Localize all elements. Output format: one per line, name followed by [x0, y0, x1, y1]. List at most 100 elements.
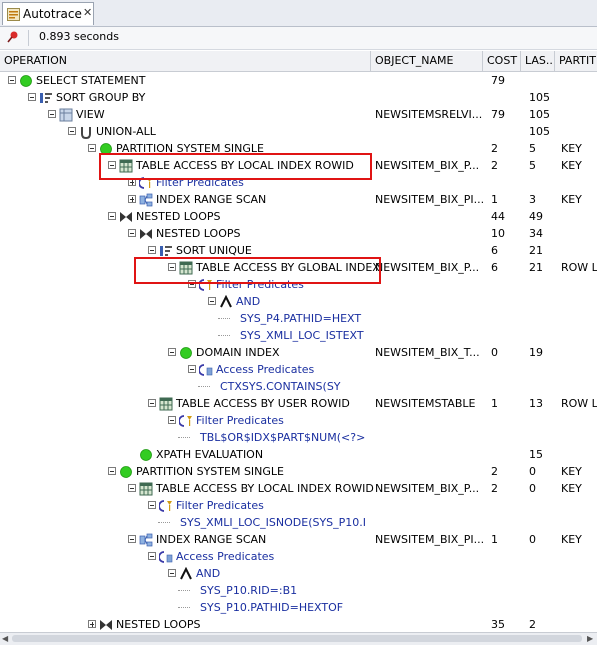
tab-autotrace[interactable]: Autotrace ✕ [2, 2, 94, 25]
object-name-cell [375, 361, 483, 378]
column-operation[interactable]: OPERATION [0, 51, 371, 71]
plan-row[interactable]: SORT GROUP BY 105 [0, 89, 597, 106]
plan-row[interactable]: Filter Predicates [0, 497, 597, 514]
collapse-icon[interactable] [148, 399, 156, 407]
object-name-cell: NEWSITEMSTABLE [375, 397, 476, 410]
plan-row[interactable]: VIEW NEWSITEMSRELVI... 79 105 [0, 106, 597, 123]
operation-label: Filter Predicates [196, 414, 284, 427]
horizontal-scrollbar[interactable]: ◀ ▶ [0, 632, 597, 645]
plan-row[interactable]: NESTED LOOPS 35 2 [0, 616, 597, 633]
collapse-icon[interactable] [168, 416, 176, 424]
plan-row[interactable]: TBL$OR$IDX$PART$NUM(<?> [0, 429, 597, 446]
collapse-icon[interactable] [108, 212, 116, 220]
plan-row[interactable]: PARTITION SYSTEM SINGLE 2 0 KEY [0, 463, 597, 480]
collapse-icon[interactable] [168, 569, 176, 577]
collapse-icon[interactable] [108, 467, 116, 475]
plan-row[interactable]: INDEX RANGE SCAN NEWSITEM_BIX_PI... 1 0 KEY [0, 531, 597, 548]
operation-label: SYS_P10.RID=:B1 [200, 584, 298, 597]
collapse-icon[interactable] [88, 144, 96, 152]
last-cell [529, 599, 555, 616]
last-cell: 13 [529, 397, 543, 410]
last-cell: 15 [529, 448, 543, 461]
plan-row[interactable]: Access Predicates [0, 361, 597, 378]
plan-row[interactable]: UNION-ALL 105 [0, 123, 597, 140]
partition-cell [561, 293, 597, 310]
expand-icon[interactable] [88, 620, 96, 628]
collapse-icon[interactable] [208, 297, 216, 305]
partition-cell [561, 514, 597, 531]
last-cell [529, 293, 555, 310]
operation-label: SYS_P10.PATHID=HEXTOF [200, 601, 344, 614]
last-cell: 105 [529, 91, 550, 104]
column-object-name[interactable]: OBJECT_NAME [371, 51, 483, 71]
collapse-icon[interactable] [28, 93, 36, 101]
collapse-icon[interactable] [48, 110, 56, 118]
collapse-icon[interactable] [68, 127, 76, 135]
plan-row[interactable]: SYS_XMLI_LOC_ISNODE(SYS_P10.I [0, 514, 597, 531]
collapse-icon[interactable] [148, 501, 156, 509]
access-predicate-icon [199, 364, 213, 376]
last-cell: 105 [529, 108, 550, 121]
plan-row[interactable]: NESTED LOOPS 44 49 [0, 208, 597, 225]
collapse-icon[interactable] [148, 552, 156, 560]
operation-label: INDEX RANGE SCAN [156, 533, 267, 546]
object-name-cell [375, 565, 483, 582]
plan-row[interactable]: SYS_P10.RID=:B1 [0, 582, 597, 599]
cost-cell [491, 582, 521, 599]
plan-row[interactable]: DOMAIN INDEX NEWSITEM_BIX_T... 0 19 [0, 344, 597, 361]
plan-row[interactable]: SELECT STATEMENT 79 [0, 72, 597, 89]
plan-row[interactable]: NESTED LOOPS 10 34 [0, 225, 597, 242]
and-operator-icon [220, 295, 232, 308]
cost-cell: 10 [491, 227, 505, 240]
close-icon[interactable]: ✕ [83, 6, 92, 19]
collapse-icon[interactable] [168, 348, 176, 356]
operation-label: SORT GROUP BY [56, 91, 146, 104]
plan-row[interactable]: Access Predicates [0, 548, 597, 565]
plan-row[interactable]: CTXSYS.CONTAINS(SY [0, 378, 597, 395]
last-cell: 0 [529, 533, 536, 546]
plan-row[interactable]: TABLE ACCESS BY LOCAL INDEX ROWID NEWSITE… [0, 480, 597, 497]
scrollbar-thumb[interactable] [12, 635, 582, 642]
collapse-icon[interactable] [8, 76, 16, 84]
plan-row[interactable]: TABLE ACCESS BY USER ROWID NEWSITEMSTABLE… [0, 395, 597, 412]
last-cell [529, 361, 555, 378]
plan-row[interactable]: AND [0, 293, 597, 310]
collapse-icon[interactable] [148, 246, 156, 254]
pin-icon[interactable] [6, 30, 20, 44]
partition-cell [561, 361, 597, 378]
plan-row[interactable]: Filter Predicates [0, 412, 597, 429]
last-cell: 5 [529, 142, 536, 155]
status-green-icon [20, 75, 32, 87]
last-cell: 0 [529, 465, 536, 478]
object-name-cell: NEWSITEMSRELVI... [375, 108, 483, 121]
collapse-icon[interactable] [128, 484, 136, 492]
cost-cell: 35 [491, 618, 505, 631]
object-name-cell [375, 225, 483, 242]
object-name-cell [375, 72, 483, 89]
cost-cell [491, 361, 521, 378]
column-cost[interactable]: COST [483, 51, 521, 71]
operation-label: SYS_XMLI_LOC_ISTEXT [240, 329, 364, 342]
plan-row[interactable]: SYS_P4.PATHID=HEXT [0, 310, 597, 327]
collapse-icon[interactable] [128, 229, 136, 237]
plan-row[interactable]: SYS_XMLI_LOC_ISTEXT [0, 327, 597, 344]
expand-icon[interactable] [128, 195, 136, 203]
partition-cell: ROW L [561, 261, 597, 274]
table-icon [139, 482, 153, 496]
column-partition[interactable]: PARTIT [555, 51, 597, 71]
table-icon [159, 397, 173, 411]
partition-cell [561, 616, 597, 633]
scroll-left-icon[interactable]: ◀ [2, 634, 8, 643]
collapse-icon[interactable] [128, 535, 136, 543]
object-name-cell [375, 242, 483, 259]
plan-row[interactable]: INDEX RANGE SCAN NEWSITEM_BIX_PI... 1 3 KEY [0, 191, 597, 208]
plan-row[interactable]: AND [0, 565, 597, 582]
collapse-icon[interactable] [188, 365, 196, 373]
operation-label: Access Predicates [216, 363, 315, 376]
plan-row[interactable]: SYS_P10.PATHID=HEXTOF [0, 599, 597, 616]
plan-row[interactable]: XPATH EVALUATION 15 [0, 446, 597, 463]
column-last[interactable]: LAS... [521, 51, 555, 71]
last-cell: 34 [529, 227, 543, 240]
scroll-right-icon[interactable]: ▶ [587, 634, 593, 643]
partition-cell: ROW L [561, 397, 597, 410]
